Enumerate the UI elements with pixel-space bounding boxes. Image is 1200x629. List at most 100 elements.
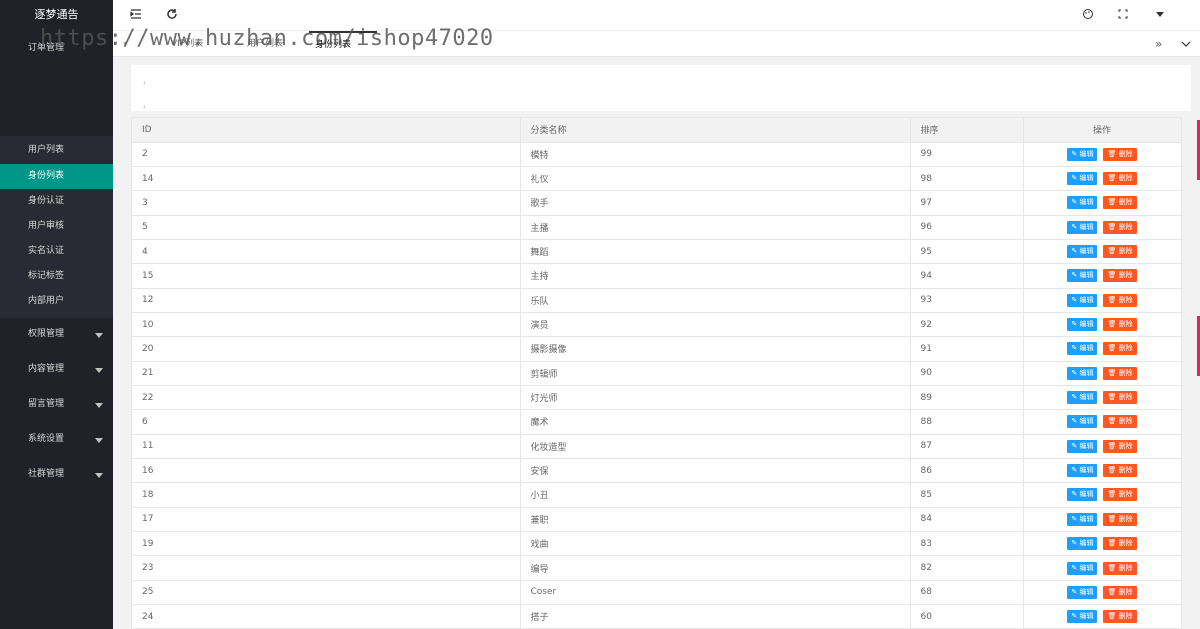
edit-button[interactable]: ✎ 编辑 xyxy=(1067,537,1098,551)
sidebar-item[interactable]: 系统设置 xyxy=(0,427,113,452)
delete-button[interactable]: 🗑 删除 xyxy=(1103,172,1137,186)
cell-actions: ✎ 编辑 🗑 删除 xyxy=(1023,361,1182,386)
edit-button[interactable]: ✎ 编辑 xyxy=(1067,464,1098,478)
refresh-icon[interactable] xyxy=(165,8,179,22)
fullscreen-icon[interactable] xyxy=(1116,8,1130,22)
cell-actions: ✎ 编辑 🗑 删除 xyxy=(1023,239,1182,265)
cell-sort: 88 xyxy=(910,409,1024,435)
sidebar-item[interactable]: 内容管理 xyxy=(0,357,113,382)
edit-button[interactable]: ✎ 编辑 xyxy=(1067,391,1098,405)
cell-sort: 98 xyxy=(910,166,1024,192)
edit-button[interactable]: ✎ 编辑 xyxy=(1067,172,1098,186)
delete-button[interactable]: 🗑 删除 xyxy=(1103,561,1137,575)
edit-label: 编辑 xyxy=(1079,417,1094,426)
caret-down-icon xyxy=(95,332,103,338)
edit-button[interactable]: ✎ 编辑 xyxy=(1067,610,1098,624)
delete-button[interactable]: 🗑 删除 xyxy=(1103,537,1137,551)
sidebar-item[interactable]: 身份列表 xyxy=(0,164,113,189)
edit-button[interactable]: ✎ 编辑 xyxy=(1067,342,1098,356)
edit-button[interactable]: ✎ 编辑 xyxy=(1067,220,1098,234)
delete-button[interactable]: 🗑 删除 xyxy=(1103,245,1137,259)
table-row: 21 剪辑师 90 ✎ 编辑 🗑 删除 xyxy=(132,361,1182,386)
delete-button[interactable]: 🗑 删除 xyxy=(1103,610,1137,624)
cell-name: 主播 xyxy=(520,215,911,240)
trash-icon: 🗑 xyxy=(1107,368,1119,377)
sidebar-item[interactable]: 标记标签 xyxy=(0,264,113,289)
sidebar-item[interactable]: 用户审核 xyxy=(0,214,113,239)
table-row: 18 小丑 85 ✎ 编辑 🗑 删除 xyxy=(132,482,1182,508)
sidebar-item[interactable]: 内部用户 xyxy=(0,289,113,314)
sidebar-item[interactable]: 实名认证 xyxy=(0,239,113,264)
delete-button[interactable]: 🗑 删除 xyxy=(1103,585,1137,599)
edit-label: 编辑 xyxy=(1079,222,1094,231)
trash-icon: 🗑 xyxy=(1107,198,1119,207)
edit-label: 编辑 xyxy=(1079,247,1094,256)
delete-label: 删除 xyxy=(1118,222,1133,231)
delete-button[interactable]: 🗑 删除 xyxy=(1103,512,1137,526)
cell-id: 25 xyxy=(132,580,521,606)
menu-fold-icon[interactable] xyxy=(129,8,143,22)
delete-button[interactable]: 🗑 删除 xyxy=(1103,220,1137,234)
delete-button[interactable]: 🗑 删除 xyxy=(1103,488,1137,502)
edit-button[interactable]: ✎ 编辑 xyxy=(1067,415,1098,429)
edit-button[interactable]: ✎ 编辑 xyxy=(1067,293,1098,307)
tabs-menu-icon[interactable] xyxy=(1175,31,1197,57)
delete-button[interactable]: 🗑 删除 xyxy=(1103,147,1137,161)
tabs-next-icon[interactable]: » xyxy=(1149,31,1168,57)
trash-icon: 🗑 xyxy=(1107,490,1119,499)
delete-button[interactable]: 🗑 删除 xyxy=(1103,439,1137,453)
dropdown-icon[interactable] xyxy=(1153,8,1167,22)
delete-button[interactable]: 🗑 删除 xyxy=(1103,464,1137,478)
edit-button[interactable]: ✎ 编辑 xyxy=(1067,318,1098,332)
sidebar-item[interactable]: 社群管理 xyxy=(0,462,113,487)
sidebar-item[interactable]: 身份认证 xyxy=(0,189,113,214)
sidebar-item-label: 身份认证 xyxy=(28,196,65,206)
delete-label: 删除 xyxy=(1118,587,1133,596)
edit-label: 编辑 xyxy=(1079,174,1094,183)
cell-actions: ✎ 编辑 🗑 删除 xyxy=(1023,434,1182,459)
sidebar-item[interactable]: 用户列表 xyxy=(0,138,113,163)
delete-button[interactable]: 🗑 删除 xyxy=(1103,342,1137,356)
cell-sort: 86 xyxy=(910,458,1024,484)
edit-button[interactable]: ✎ 编辑 xyxy=(1067,196,1098,210)
delete-button[interactable]: 🗑 删除 xyxy=(1103,196,1137,210)
cell-id: 19 xyxy=(132,531,521,557)
caret-down-icon xyxy=(95,367,103,373)
edit-button[interactable]: ✎ 编辑 xyxy=(1067,585,1098,599)
cell-actions: ✎ 编辑 🗑 删除 xyxy=(1023,190,1182,216)
sidebar-item-label: 用户列表 xyxy=(28,145,65,155)
cell-sort: 93 xyxy=(910,288,1024,313)
edit-button[interactable]: ✎ 编辑 xyxy=(1067,269,1098,283)
delete-button[interactable]: 🗑 删除 xyxy=(1103,415,1137,429)
cell-id: 22 xyxy=(132,385,521,411)
edit-button[interactable]: ✎ 编辑 xyxy=(1067,512,1098,526)
edit-button[interactable]: ✎ 编辑 xyxy=(1067,366,1098,380)
delete-button[interactable]: 🗑 删除 xyxy=(1103,391,1137,405)
delete-label: 删除 xyxy=(1118,344,1133,353)
cell-id: 3 xyxy=(132,190,521,216)
delete-button[interactable]: 🗑 删除 xyxy=(1103,269,1137,283)
trash-icon: 🗑 xyxy=(1107,344,1119,353)
theme-icon[interactable] xyxy=(1081,8,1095,22)
edit-button[interactable]: ✎ 编辑 xyxy=(1067,439,1098,453)
cell-name: 歌手 xyxy=(520,190,911,216)
cell-name: Coser xyxy=(520,580,911,606)
identity-table: ID 分类名称 排序 操作 2 模特 99 ✎ 编辑 🗑 删除 14 礼仪 98 ✎ 编辑 🗑 删… xyxy=(131,117,1182,629)
table-row: 11 化妆造型 87 ✎ 编辑 🗑 删除 xyxy=(132,434,1182,459)
cell-id: 21 xyxy=(132,361,521,386)
edit-button[interactable]: ✎ 编辑 xyxy=(1067,488,1098,502)
cell-name: 主持 xyxy=(520,263,911,289)
edit-button[interactable]: ✎ 编辑 xyxy=(1067,147,1098,161)
delete-button[interactable]: 🗑 删除 xyxy=(1103,366,1137,380)
cell-actions: ✎ 编辑 🗑 删除 xyxy=(1023,288,1182,313)
edit-button[interactable]: ✎ 编辑 xyxy=(1067,561,1098,575)
delete-button[interactable]: 🗑 删除 xyxy=(1103,293,1137,307)
edit-label: 编辑 xyxy=(1079,563,1094,572)
sidebar-item[interactable]: 权限管理 xyxy=(0,322,113,347)
cell-actions: ✎ 编辑 🗑 删除 xyxy=(1023,166,1182,192)
edit-button[interactable]: ✎ 编辑 xyxy=(1067,245,1098,259)
table-row: 25 Coser 68 ✎ 编辑 🗑 删除 xyxy=(132,580,1182,606)
sidebar-item[interactable]: 留言管理 xyxy=(0,392,113,417)
delete-button[interactable]: 🗑 删除 xyxy=(1103,318,1137,332)
cell-sort: 97 xyxy=(910,190,1024,216)
